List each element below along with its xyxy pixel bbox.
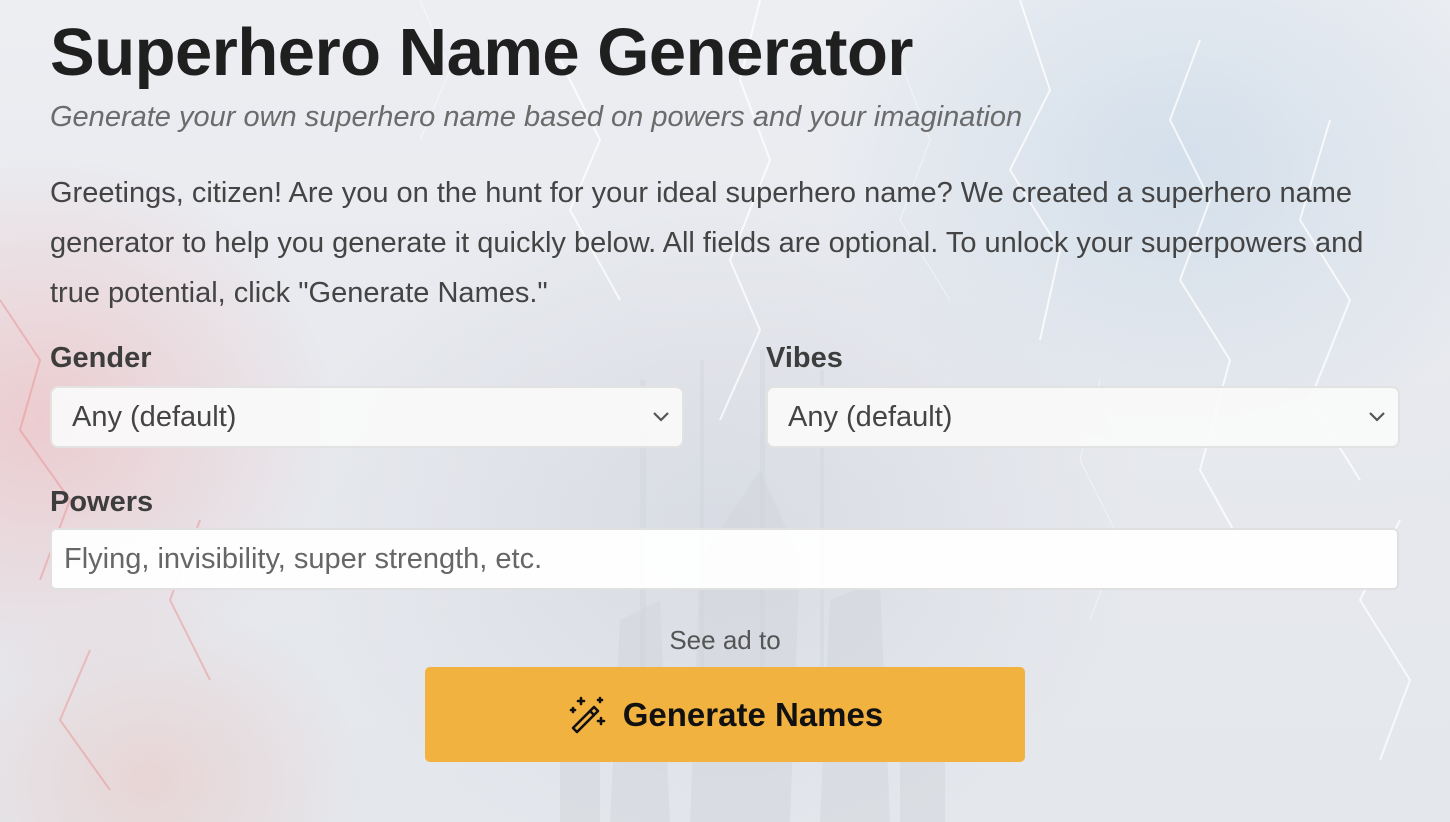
gender-label: Gender: [50, 342, 152, 374]
magic-wand-icon: [569, 696, 606, 733]
powers-label: Powers: [50, 486, 154, 518]
ad-note: See ad to: [669, 625, 781, 655]
intro-paragraph: Greetings, citizen! Are you on the hunt …: [50, 177, 1364, 309]
chevron-down-icon: [653, 412, 669, 422]
page-subtitle: Generate your own superhero name based o…: [50, 101, 1023, 133]
gender-select-value: Any (default): [72, 400, 237, 433]
vibes-select-value: Any (default): [788, 400, 953, 433]
generate-names-label: Generate Names: [622, 695, 884, 733]
page-title: Superhero Name Generator: [50, 15, 914, 90]
gender-select[interactable]: Any (default): [50, 386, 684, 448]
generate-names-button[interactable]: Generate Names: [425, 667, 1025, 762]
vibes-select[interactable]: Any (default): [766, 386, 1400, 448]
powers-input[interactable]: [50, 528, 1399, 590]
vibes-label: Vibes: [766, 342, 843, 374]
chevron-down-icon: [1369, 412, 1385, 422]
